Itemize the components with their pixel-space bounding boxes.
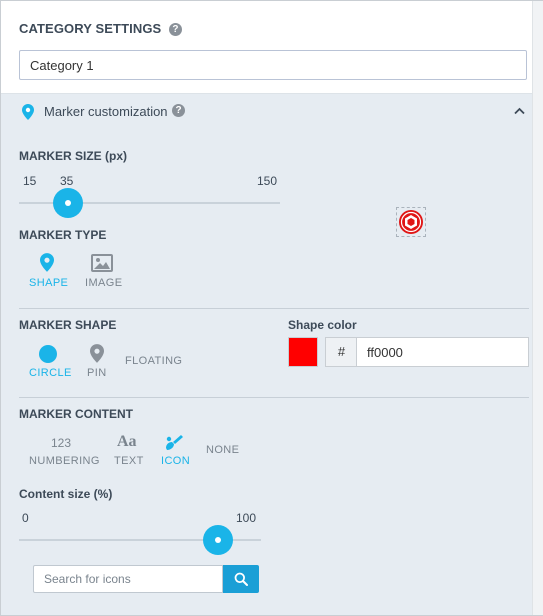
chevron-up-icon[interactable] — [514, 107, 525, 115]
marker-content-none-label: NONE — [206, 444, 240, 456]
marker-content-numbering-label: NUMBERING — [29, 455, 100, 467]
pin-icon — [90, 344, 104, 363]
marker-shape-circle-option[interactable]: CIRCLE — [27, 343, 71, 381]
marker-size-label: MARKER SIZE (px) — [19, 149, 127, 163]
marker-content-icon-label: ICON — [161, 455, 191, 467]
marker-preview-icon — [399, 210, 423, 234]
marker-shape-label: MARKER SHAPE — [19, 318, 117, 332]
marker-size-max: 150 — [257, 174, 278, 188]
marker-type-label: MARKER TYPE — [19, 228, 107, 242]
category-settings-title-text: CATEGORY SETTINGS — [19, 21, 162, 36]
marker-content-icon-option[interactable]: ICON — [158, 433, 192, 469]
marker-size-value: 35 — [60, 174, 74, 188]
marker-customization-title: Marker customization — [44, 104, 168, 119]
help-icon[interactable]: ? — [169, 23, 183, 37]
marker-content-label: MARKER CONTENT — [19, 407, 133, 421]
content-size-min: 0 — [22, 511, 29, 525]
marker-shape-pin-option[interactable]: PIN — [85, 343, 115, 381]
marker-type-image-label: IMAGE — [85, 277, 123, 289]
category-settings-title: CATEGORY SETTINGS ? — [19, 21, 183, 37]
content-size-max: 100 — [236, 511, 257, 525]
content-size-label: Content size (%) — [19, 487, 113, 501]
marker-content-none-option[interactable]: NONE — [204, 443, 244, 459]
scrollbar[interactable] — [532, 1, 543, 615]
shape-color-hex-input[interactable] — [356, 337, 529, 367]
marker-customization-header[interactable]: Marker customization ? — [1, 94, 532, 128]
marker-shape-pin-label: PIN — [87, 367, 107, 379]
content-size-slider-thumb[interactable] — [203, 525, 233, 555]
marker-type-shape-label: SHAPE — [29, 277, 69, 289]
marker-shape-circle-label: CIRCLE — [29, 367, 72, 379]
marker-content-numbering-option[interactable]: 123 NUMBERING — [27, 433, 99, 469]
marker-type-shape-option[interactable]: SHAPE — [27, 253, 69, 291]
marker-type-image-option[interactable]: IMAGE — [83, 253, 125, 291]
hex-prefix: # — [325, 337, 357, 367]
marker-shape-floating-option[interactable]: FLOATING — [123, 353, 183, 371]
circle-icon — [39, 345, 57, 363]
marker-size-slider-thumb[interactable] — [53, 188, 83, 218]
help-icon[interactable]: ? — [172, 104, 185, 117]
paint-brush-icon — [166, 435, 183, 450]
text-icon: Aa — [117, 433, 137, 450]
shape-pin-icon — [40, 253, 54, 272]
shape-color-swatch[interactable] — [288, 337, 318, 367]
divider — [19, 308, 529, 309]
marker-size-min: 15 — [23, 174, 37, 188]
category-name-input[interactable] — [19, 50, 527, 80]
settings-panel: CATEGORY SETTINGS ? Marker customization… — [0, 0, 543, 616]
image-icon — [91, 254, 113, 272]
shape-color-label: Shape color — [288, 318, 357, 332]
marker-preview — [396, 207, 426, 237]
category-settings-section: CATEGORY SETTINGS ? — [1, 1, 532, 94]
search-button[interactable] — [223, 565, 259, 593]
marker-content-text-label: TEXT — [114, 455, 144, 467]
location-pin-icon — [22, 104, 34, 120]
marker-shape-floating-label: FLOATING — [125, 355, 183, 367]
search-icon — [234, 572, 248, 586]
icon-search-input[interactable] — [33, 565, 223, 593]
divider — [19, 397, 529, 398]
marker-content-text-option[interactable]: Aa TEXT — [111, 433, 145, 469]
numbering-icon: 123 — [51, 436, 72, 450]
